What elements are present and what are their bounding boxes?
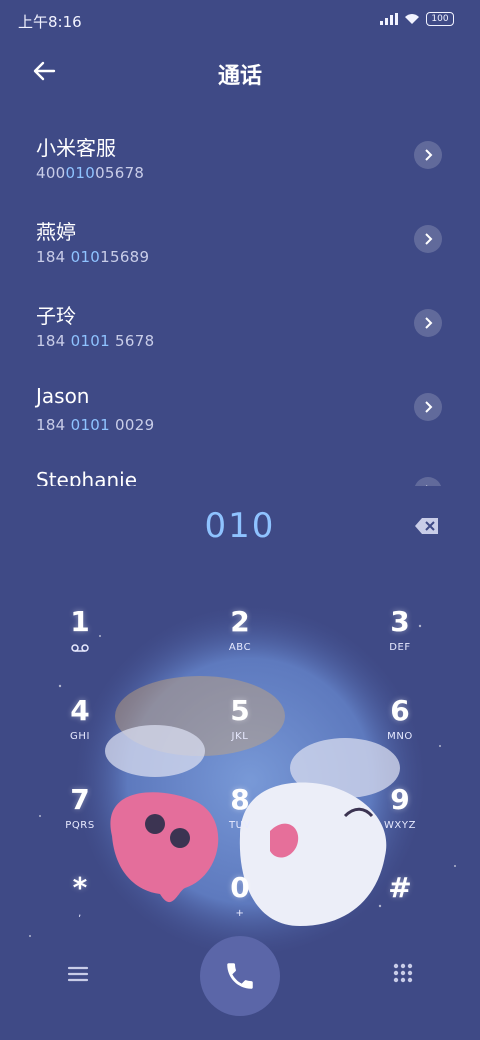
chevron-right-icon bbox=[425, 401, 433, 413]
key-5[interactable]: 5 JKL bbox=[180, 695, 300, 775]
contact-item[interactable]: Stephanie bbox=[0, 448, 480, 486]
contact-name: Stephanie bbox=[36, 468, 138, 486]
key-3[interactable]: 3 DEF bbox=[340, 606, 460, 686]
key-9[interactable]: 9 WXYZ bbox=[340, 784, 460, 864]
phone-icon bbox=[227, 963, 253, 989]
contact-detail-button[interactable] bbox=[414, 309, 442, 337]
chevron-right-icon bbox=[426, 485, 428, 486]
key-star[interactable]: *, bbox=[20, 872, 140, 952]
backspace-icon bbox=[415, 518, 438, 534]
dial-input-row: 010 bbox=[0, 500, 480, 556]
dialpad-icon bbox=[393, 963, 413, 983]
key-6[interactable]: 6 MNO bbox=[340, 695, 460, 775]
menu-button[interactable] bbox=[66, 964, 90, 984]
status-icons: 100 bbox=[380, 12, 454, 26]
signal-icon bbox=[380, 13, 398, 25]
header: 通话 bbox=[0, 52, 480, 92]
battery-indicator: 100 bbox=[426, 12, 454, 26]
chevron-right-icon bbox=[425, 233, 433, 245]
key-8[interactable]: 8 TUV bbox=[180, 784, 300, 864]
chevron-right-icon bbox=[425, 149, 433, 161]
key-hash[interactable]: # bbox=[340, 872, 460, 952]
page-title: 通话 bbox=[217, 64, 262, 89]
contact-name: 子玲 bbox=[36, 304, 76, 328]
contact-name: 小米客服 bbox=[36, 136, 116, 160]
contact-item[interactable]: 小米客服 40001005678 bbox=[0, 112, 480, 196]
call-button[interactable] bbox=[200, 936, 280, 1016]
contact-name: 燕婷 bbox=[36, 220, 76, 244]
contact-detail-button[interactable] bbox=[414, 225, 442, 253]
contact-item[interactable]: 子玲 184 0101 5678 bbox=[0, 280, 480, 364]
chevron-right-icon bbox=[425, 317, 433, 329]
key-4[interactable]: 4 GHI bbox=[20, 695, 140, 775]
contact-name: Jason bbox=[36, 384, 90, 408]
status-bar: 上午8:16 100 bbox=[0, 0, 480, 40]
contact-item[interactable]: Jason 184 0101 0029 bbox=[0, 364, 480, 448]
contact-item[interactable]: 燕婷 184 01015689 bbox=[0, 196, 480, 280]
contact-detail-button[interactable] bbox=[414, 393, 442, 421]
key-7[interactable]: 7 PQRS bbox=[20, 784, 140, 864]
contact-number: 184 0101 5678 bbox=[36, 332, 155, 350]
contact-number: 184 01015689 bbox=[36, 248, 150, 266]
delete-button[interactable] bbox=[414, 516, 440, 536]
dialed-number: 010 bbox=[204, 506, 276, 546]
contact-detail-button[interactable] bbox=[414, 477, 442, 486]
key-2[interactable]: 2 ABC bbox=[180, 606, 300, 686]
dialpad-toggle-button[interactable] bbox=[392, 962, 414, 984]
voicemail-icon bbox=[71, 644, 89, 652]
screen: 上午8:16 100 通话 小米客服 40001005678 燕婷 184 01… bbox=[0, 0, 480, 1040]
contact-number: 40001005678 bbox=[36, 164, 145, 182]
status-time: 上午8:16 bbox=[18, 13, 82, 31]
wifi-icon bbox=[405, 14, 419, 24]
contact-detail-button[interactable] bbox=[414, 141, 442, 169]
key-1[interactable]: 1 bbox=[20, 606, 140, 686]
contact-number: 184 0101 0029 bbox=[36, 416, 155, 434]
contact-suggestion-list[interactable]: 小米客服 40001005678 燕婷 184 01015689 子玲 184 … bbox=[0, 112, 480, 486]
menu-icon bbox=[67, 966, 89, 982]
